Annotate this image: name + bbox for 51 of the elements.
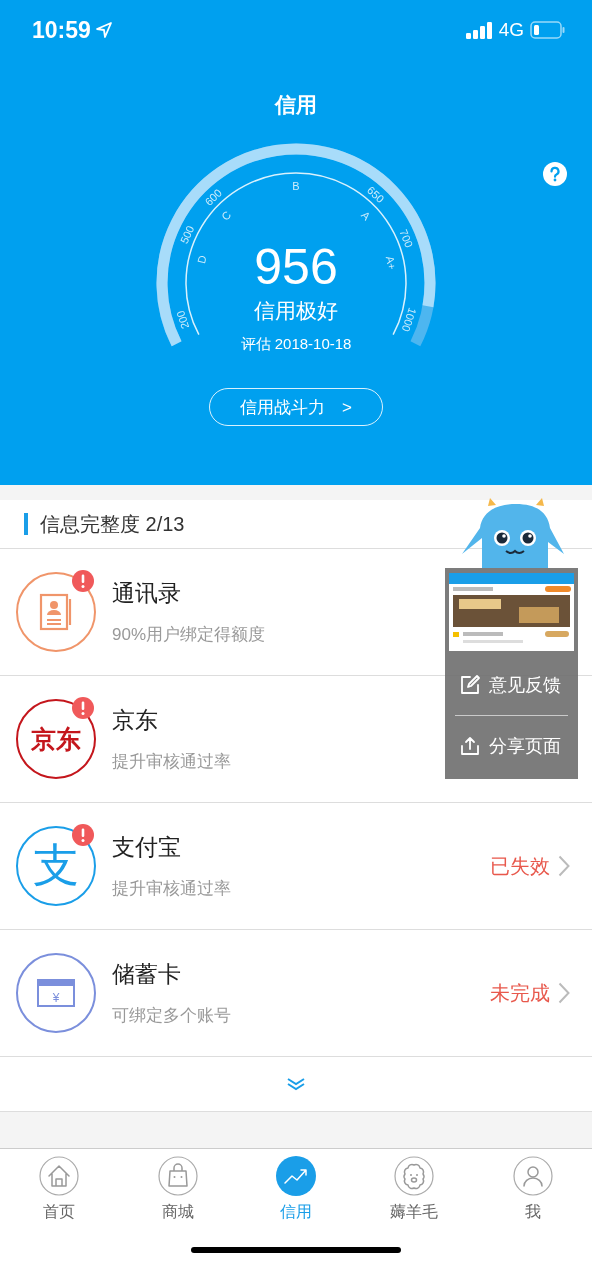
- scale-label: 700: [397, 227, 416, 250]
- scale-label: 600: [202, 186, 225, 208]
- page-title: 信用: [273, 92, 318, 118]
- grade-label: C: [219, 208, 234, 223]
- grade-label: A: [359, 208, 373, 223]
- item-subtitle: 可绑定多个账号: [112, 1005, 232, 1027]
- credit-score: 956: [254, 239, 338, 295]
- item-subtitle: 提升审核通过率: [112, 751, 232, 773]
- evaluation-date: 评估 2018-10-18: [240, 335, 352, 354]
- house-icon: [39, 1156, 80, 1196]
- item-title: 储蓄卡: [112, 960, 182, 989]
- item-title: 通讯录: [112, 579, 182, 608]
- status-label[interactable]: 已失效: [490, 852, 550, 880]
- bank-card-logo: ¥: [16, 953, 96, 1033]
- tab-item[interactable]: 我: [473, 1149, 592, 1224]
- item-subtitle: 提升审核通过率: [112, 878, 232, 900]
- feedback-button[interactable]: 意见反馈: [449, 655, 574, 715]
- tab-item[interactable]: 信用: [236, 1149, 356, 1224]
- grade-label: B: [292, 179, 300, 192]
- item-title: 京东: [112, 706, 159, 735]
- section-title: 信息完整度 2/13: [40, 511, 185, 537]
- trend-chart-icon: [276, 1156, 316, 1196]
- signal-icon: [465, 21, 493, 39]
- help-icon[interactable]: [543, 162, 567, 186]
- credit-rating: 信用极好: [254, 298, 338, 324]
- scale-label: 650: [364, 183, 387, 206]
- sheep-face-icon: [394, 1156, 435, 1196]
- item-title: 支付宝: [112, 833, 182, 862]
- scale-label: 1000: [399, 306, 419, 334]
- home-indicator[interactable]: [191, 1247, 401, 1253]
- location-arrow-icon: [94, 21, 113, 39]
- scale-label: 500: [178, 223, 197, 246]
- grade-label: D: [195, 254, 209, 265]
- share-icon: [459, 735, 481, 757]
- scale-label: 200: [174, 309, 192, 331]
- item-subtitle: 90%用户绑定得额度: [112, 624, 267, 646]
- battery-icon: [530, 21, 566, 39]
- status-label[interactable]: 未完成: [490, 979, 550, 1007]
- network-label: 4G: [498, 19, 524, 41]
- chevron-right-icon[interactable]: [558, 855, 570, 877]
- clock-time: 10:59: [32, 16, 91, 44]
- person-icon: [512, 1156, 553, 1196]
- shopping-bag-icon: [157, 1156, 198, 1196]
- expand-chevron-icon[interactable]: [286, 1077, 306, 1091]
- chevron-right-icon[interactable]: [558, 982, 570, 1004]
- tab-item[interactable]: 薅羊毛: [355, 1149, 474, 1224]
- grade-label: A+: [383, 254, 399, 271]
- edit-icon: [459, 674, 481, 696]
- tab-item[interactable]: 首页: [0, 1149, 119, 1224]
- tab-item[interactable]: 商城: [118, 1149, 237, 1224]
- share-page-button[interactable]: 分享页面: [449, 716, 574, 776]
